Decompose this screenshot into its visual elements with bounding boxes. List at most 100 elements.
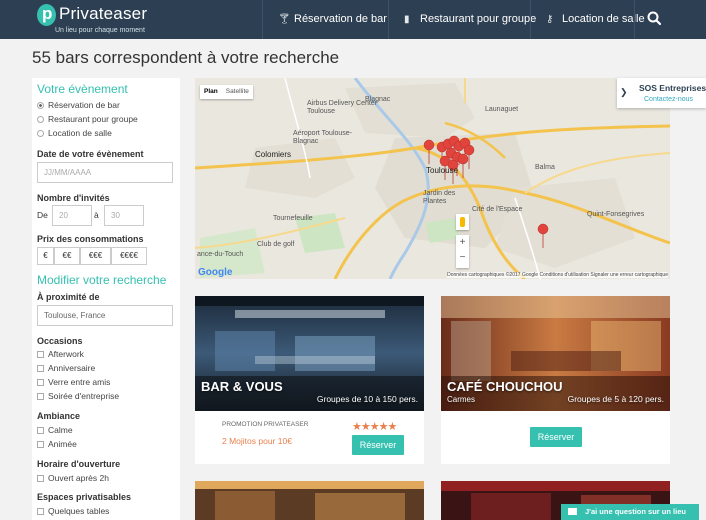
checkbox[interactable] bbox=[37, 365, 44, 372]
rating-stars: ★★★★★ bbox=[352, 421, 397, 433]
group-size: Groupes de 5 à 120 pers. bbox=[567, 394, 664, 404]
event-option-bar[interactable]: Réservation de bar bbox=[37, 99, 120, 111]
price-option-3[interactable]: €€€ bbox=[80, 247, 111, 265]
filter-sidebar: Votre évènement Réservation de bar Resta… bbox=[32, 78, 180, 520]
top-header: Privateaser Un lieu pour chaque moment 🍸… bbox=[0, 0, 706, 39]
sos-title: SOS Entreprises bbox=[639, 83, 706, 93]
reserve-button[interactable]: Réserver bbox=[352, 435, 404, 455]
radio[interactable] bbox=[37, 116, 44, 123]
event-option-room[interactable]: Location de salle bbox=[37, 127, 112, 139]
bar-card[interactable] bbox=[195, 481, 424, 520]
promo-label: PROMOTION PRIVATEASER bbox=[222, 421, 309, 428]
checkbox-label: Animée bbox=[48, 439, 77, 449]
page-title: 55 bars correspondent à votre recherche bbox=[32, 48, 340, 67]
checkbox[interactable] bbox=[37, 379, 44, 386]
nav-room-rental[interactable]: ⚷ Location de salle bbox=[530, 0, 645, 39]
ambiance-calm[interactable]: Calme bbox=[37, 424, 73, 436]
checkbox[interactable] bbox=[37, 475, 44, 482]
search-icon bbox=[647, 11, 662, 26]
bar-area: Carmes bbox=[447, 395, 476, 404]
map-label: Quint-Fonsegrives bbox=[587, 211, 645, 218]
map-label: Aéroport Toulouse-Blagnac bbox=[293, 130, 353, 145]
occasion-company[interactable]: Soirée d'entreprise bbox=[37, 390, 119, 402]
nav-group-restaurant[interactable]: ▮ Restaurant pour groupe bbox=[388, 0, 536, 39]
event-section-title: Votre évènement bbox=[37, 82, 128, 96]
price-option-2[interactable]: €€ bbox=[54, 247, 80, 265]
map-type-tabs: Plan Satellite bbox=[200, 85, 253, 99]
chat-button[interactable]: J'ai une question sur un lieu bbox=[561, 504, 699, 520]
logo-tagline: Un lieu pour chaque moment bbox=[55, 27, 145, 34]
nav-label: Location de salle bbox=[562, 13, 645, 25]
spaces-label: Espaces privatisables bbox=[37, 492, 132, 502]
guests-min-input[interactable]: 20 bbox=[52, 205, 92, 226]
sos-entreprises-panel[interactable]: ❯ SOS Entreprises Contactez-nous bbox=[617, 78, 706, 108]
logo-text: Privateaser bbox=[59, 4, 148, 23]
date-label: Date de votre évènement bbox=[37, 149, 144, 159]
chevron-right-icon: ❯ bbox=[620, 87, 628, 97]
map-tab-plan[interactable]: Plan bbox=[200, 85, 222, 99]
map-label: Balma bbox=[535, 164, 555, 171]
hours-label: Horaire d'ouverture bbox=[37, 459, 121, 469]
bar-name[interactable]: CAFÉ CHOUCHOU bbox=[447, 379, 563, 394]
guests-to-label: à bbox=[94, 210, 99, 220]
map-label: Airbus Delivery Center Toulouse bbox=[307, 100, 378, 115]
guests-max-input[interactable]: 30 bbox=[104, 205, 144, 226]
proximity-input[interactable]: Toulouse, France bbox=[37, 305, 173, 326]
map-label: Launaguet bbox=[485, 106, 519, 113]
street-view-pegman[interactable] bbox=[456, 214, 469, 230]
date-input[interactable]: JJ/MM/AAAA bbox=[37, 162, 173, 183]
map-tab-satellite[interactable]: Satellite bbox=[222, 85, 253, 99]
price-option-4[interactable]: €€€€ bbox=[111, 247, 147, 265]
bar-photo bbox=[195, 481, 424, 520]
nav-label: Réservation de bar bbox=[294, 13, 387, 25]
occasion-afterwork[interactable]: Afterwork bbox=[37, 348, 84, 360]
bottle-icon: ▮ bbox=[404, 14, 410, 25]
checkbox-label: Ouvert après 2h bbox=[48, 473, 109, 483]
map-label: Tournefeuille bbox=[273, 215, 313, 222]
search-button[interactable] bbox=[634, 0, 706, 39]
map-label: Club de golf bbox=[257, 241, 295, 248]
map-label: Colomiers bbox=[255, 150, 292, 159]
hours-after-2am[interactable]: Ouvert après 2h bbox=[37, 472, 109, 484]
results-map[interactable]: Plan Satellite Blagnac Airbus Delivery Ce… bbox=[195, 78, 670, 279]
map-label: Toulouse bbox=[426, 166, 459, 175]
logo-icon bbox=[37, 4, 56, 26]
option-label: Location de salle bbox=[48, 128, 112, 138]
ambiance-label: Ambiance bbox=[37, 411, 81, 421]
checkbox-label: Afterwork bbox=[48, 349, 84, 359]
reserve-button[interactable]: Réserver bbox=[530, 427, 582, 447]
checkbox-label: Verre entre amis bbox=[48, 377, 111, 387]
bar-name[interactable]: BAR & VOUS bbox=[201, 379, 283, 394]
key-icon: ⚷ bbox=[546, 14, 554, 25]
option-label: Réservation de bar bbox=[48, 100, 120, 110]
checkbox[interactable] bbox=[37, 508, 44, 515]
checkbox[interactable] bbox=[37, 441, 44, 448]
zoom-in-button[interactable]: + bbox=[456, 235, 469, 250]
checkbox[interactable] bbox=[37, 351, 44, 358]
checkbox[interactable] bbox=[37, 427, 44, 434]
event-option-restaurant[interactable]: Restaurant pour groupe bbox=[37, 113, 138, 125]
map-zoom-control: + − bbox=[456, 235, 469, 268]
map-label: Jardin des Plantes bbox=[423, 190, 456, 205]
sos-contact-link[interactable]: Contactez-nous bbox=[644, 96, 693, 103]
checkbox[interactable] bbox=[37, 393, 44, 400]
checkbox-label: Anniversaire bbox=[48, 363, 96, 373]
modify-search-title: Modifier votre recherche bbox=[37, 273, 167, 287]
occasion-birthday[interactable]: Anniversaire bbox=[37, 362, 95, 374]
bar-card[interactable]: CAFÉ CHOUCHOU Carmes Groupes de 5 à 120 … bbox=[441, 296, 670, 464]
logo[interactable]: Privateaser Un lieu pour chaque moment bbox=[37, 4, 257, 36]
bar-card[interactable]: BAR & VOUS Groupes de 10 à 150 pers. PRO… bbox=[195, 296, 424, 464]
spaces-few-tables[interactable]: Quelques tables bbox=[37, 505, 109, 517]
occasion-friends[interactable]: Verre entre amis bbox=[37, 376, 110, 388]
group-size: Groupes de 10 à 150 pers. bbox=[316, 394, 418, 404]
guests-label: Nombre d'invités bbox=[37, 193, 110, 203]
map-attribution: Données cartographiques ©2017 Google Con… bbox=[447, 272, 668, 278]
chat-label: J'ai une question sur un lieu bbox=[585, 507, 686, 516]
occasions-label: Occasions bbox=[37, 336, 83, 346]
radio[interactable] bbox=[37, 130, 44, 137]
radio-selected[interactable] bbox=[37, 102, 44, 109]
price-option-1[interactable]: € bbox=[37, 247, 54, 265]
ambiance-lively[interactable]: Animée bbox=[37, 438, 77, 450]
zoom-out-button[interactable]: − bbox=[456, 250, 469, 265]
nav-bar-reservation[interactable]: 🍸︎ Réservation de bar bbox=[262, 0, 390, 39]
